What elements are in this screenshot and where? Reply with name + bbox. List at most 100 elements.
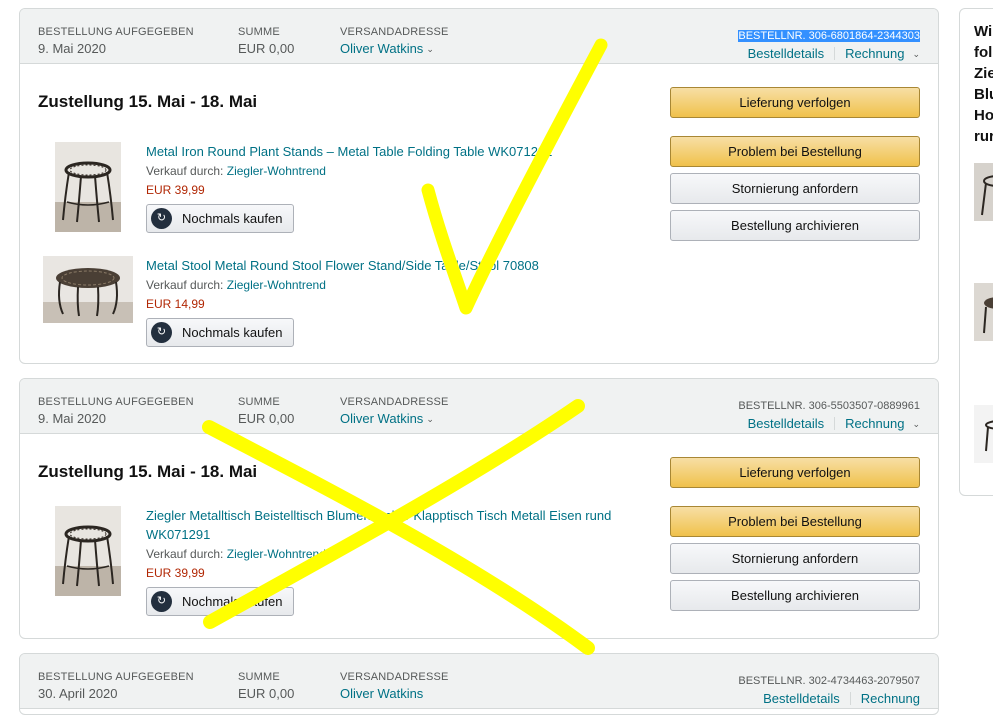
invoice-link[interactable]: Rechnung ⌄ xyxy=(845,416,920,431)
order-number[interactable]: BESTELLNR. 306-6801864-2344303 xyxy=(738,30,920,42)
order-total-value: EUR 0,00 xyxy=(238,686,295,701)
product-image[interactable] xyxy=(43,256,133,323)
request-cancellation-button[interactable]: Stornierung anfordern xyxy=(670,543,920,574)
order-number-row: BESTELLNR. 306-6801864-2344303 xyxy=(738,26,920,44)
order-meta: BESTELLNR. 302-4734463-2079507 Bestellde… xyxy=(738,671,920,709)
product-seller: Verkauf durch: Ziegler-Wohntrend xyxy=(146,278,326,292)
order-header: BESTELLUNG AUFGEGEBEN 30. April 2020 SUM… xyxy=(20,654,938,709)
shipping-address: VERSANDADRESSE Oliver Watkins ⌄ xyxy=(340,26,449,59)
archive-order-button[interactable]: Bestellung archivieren xyxy=(670,210,920,241)
recommendations-panel: Wi fol Zie Blu Ho rur xyxy=(959,8,993,496)
shipping-address-label: VERSANDADRESSE xyxy=(340,671,449,683)
order-placed: BESTELLUNG AUFGEGEBEN 9. Mai 2020 xyxy=(38,26,194,59)
recommendation-image[interactable] xyxy=(974,283,993,341)
shipping-address: VERSANDADRESSE Oliver Watkins ⌄ xyxy=(340,396,449,429)
order-placed-date: 30. April 2020 xyxy=(38,686,118,701)
order-number-row: BESTELLNR. 306-5503507-0889961 xyxy=(738,396,920,414)
buy-again-button[interactable]: ↻ Nochmals kaufen xyxy=(146,204,294,233)
order-header: BESTELLUNG AUFGEGEBEN 9. Mai 2020 SUMME … xyxy=(20,379,938,434)
invoice-label: Rechnung xyxy=(845,416,905,431)
buy-again-label: Nochmals kaufen xyxy=(182,325,283,340)
order-links: Bestelldetails Rechnung ⌄ xyxy=(738,414,920,434)
seller-prefix: Verkauf durch: xyxy=(146,278,224,292)
order-number[interactable]: BESTELLNR. 306-5503507-0889961 xyxy=(738,400,920,412)
order-total-label: SUMME xyxy=(238,396,280,408)
order-placed-date: 9. Mai 2020 xyxy=(38,411,106,426)
seller-link[interactable]: Ziegler-Wohntrend xyxy=(227,278,326,292)
invoice-link[interactable]: Rechnung ⌄ xyxy=(845,46,920,61)
order-total-label: SUMME xyxy=(238,671,280,683)
seller-prefix: Verkauf durch: xyxy=(146,547,224,561)
divider xyxy=(834,417,836,430)
chevron-down-icon: ⌄ xyxy=(426,44,434,54)
order-total: SUMME EUR 0,00 xyxy=(238,26,294,59)
order-total-label: SUMME xyxy=(238,26,280,38)
product-title[interactable]: Metal Stool Metal Round Stool Flower Sta… xyxy=(146,256,626,275)
order-meta: BESTELLNR. 306-6801864-2344303 Bestellde… xyxy=(738,26,920,64)
chevron-down-icon: ⌄ xyxy=(912,49,920,59)
shipping-address-link[interactable]: Oliver Watkins ⌄ xyxy=(340,39,449,59)
delivery-status: Zustellung 15. Mai - 18. Mai xyxy=(38,462,258,481)
shipping-address: VERSANDADRESSE Oliver Watkins xyxy=(340,671,449,704)
shipping-address-name: Oliver Watkins xyxy=(340,686,424,701)
order-placed-label: BESTELLUNG AUFGEGEBEN xyxy=(38,396,194,408)
order-header: BESTELLUNG AUFGEGEBEN 9. Mai 2020 SUMME … xyxy=(20,9,938,64)
order-total-value: EUR 0,00 xyxy=(238,41,295,56)
shipping-address-label: VERSANDADRESSE xyxy=(340,396,449,408)
recommendations-title: Wi fol Zie Blu Ho rur xyxy=(974,23,993,145)
rebuy-icon: ↻ xyxy=(151,208,172,229)
track-package-button[interactable]: Lieferung verfolgen xyxy=(670,457,920,488)
divider xyxy=(834,47,836,60)
shipping-address-name: Oliver Watkins xyxy=(340,411,424,426)
order-links: Bestelldetails Rechnung xyxy=(738,689,920,709)
order-number[interactable]: BESTELLNR. 302-4734463-2079507 xyxy=(738,675,920,687)
product-seller: Verkauf durch: Ziegler-Wohntrend xyxy=(146,547,326,561)
order-card: BESTELLUNG AUFGEGEBEN 9. Mai 2020 SUMME … xyxy=(19,378,939,639)
recommendation-image[interactable] xyxy=(974,163,993,221)
problem-with-order-button[interactable]: Problem bei Bestellung xyxy=(670,136,920,167)
archive-order-button[interactable]: Bestellung archivieren xyxy=(670,580,920,611)
product-title[interactable]: Metal Iron Round Plant Stands – Metal Ta… xyxy=(146,142,626,161)
order-placed-label: BESTELLUNG AUFGEGEBEN xyxy=(38,26,194,38)
request-cancellation-button[interactable]: Stornierung anfordern xyxy=(670,173,920,204)
order-placed: BESTELLUNG AUFGEGEBEN 30. April 2020 xyxy=(38,671,194,704)
order-placed-date: 9. Mai 2020 xyxy=(38,41,106,56)
seller-link[interactable]: Ziegler-Wohntrend xyxy=(227,164,326,178)
product-seller: Verkauf durch: Ziegler-Wohntrend xyxy=(146,164,326,178)
seller-link[interactable]: Ziegler-Wohntrend xyxy=(227,547,326,561)
shipping-address-link[interactable]: Oliver Watkins xyxy=(340,684,449,704)
problem-with-order-button[interactable]: Problem bei Bestellung xyxy=(670,506,920,537)
invoice-link[interactable]: Rechnung xyxy=(861,691,920,706)
product-price: EUR 39,99 xyxy=(146,566,205,580)
delivery-status: Zustellung 15. Mai - 18. Mai xyxy=(38,92,258,111)
invoice-label: Rechnung xyxy=(845,46,905,61)
order-placed: BESTELLUNG AUFGEGEBEN 9. Mai 2020 xyxy=(38,396,194,429)
order-details-link[interactable]: Bestelldetails xyxy=(748,46,825,61)
order-total: SUMME EUR 0,00 xyxy=(238,671,294,704)
buy-again-button[interactable]: ↻ Nochmals kaufen xyxy=(146,318,294,347)
shipping-address-link[interactable]: Oliver Watkins ⌄ xyxy=(340,409,449,429)
buy-again-label: Nochmals kaufen xyxy=(182,211,283,226)
product-image[interactable] xyxy=(55,506,121,596)
order-number-row: BESTELLNR. 302-4734463-2079507 xyxy=(738,671,920,689)
shipping-address-label: VERSANDADRESSE xyxy=(340,26,449,38)
order-total: SUMME EUR 0,00 xyxy=(238,396,294,429)
product-image[interactable] xyxy=(55,142,121,232)
order-details-link[interactable]: Bestelldetails xyxy=(748,416,825,431)
rebuy-icon: ↻ xyxy=(151,591,172,612)
product-title[interactable]: Ziegler Metalltisch Beistelltisch Blumen… xyxy=(146,506,626,544)
seller-prefix: Verkauf durch: xyxy=(146,164,224,178)
recommendation-image[interactable] xyxy=(974,405,993,463)
track-package-button[interactable]: Lieferung verfolgen xyxy=(670,87,920,118)
rebuy-icon: ↻ xyxy=(151,322,172,343)
order-meta: BESTELLNR. 306-5503507-0889961 Bestellde… xyxy=(738,396,920,434)
order-placed-label: BESTELLUNG AUFGEGEBEN xyxy=(38,671,194,683)
product-price: EUR 39,99 xyxy=(146,183,205,197)
order-card: BESTELLUNG AUFGEGEBEN 30. April 2020 SUM… xyxy=(19,653,939,715)
buy-again-label: Nochmals kaufen xyxy=(182,594,283,609)
product-price: EUR 14,99 xyxy=(146,297,205,311)
order-links: Bestelldetails Rechnung ⌄ xyxy=(738,44,920,64)
order-details-link[interactable]: Bestelldetails xyxy=(763,691,840,706)
divider xyxy=(849,692,851,705)
buy-again-button[interactable]: ↻ Nochmals kaufen xyxy=(146,587,294,616)
